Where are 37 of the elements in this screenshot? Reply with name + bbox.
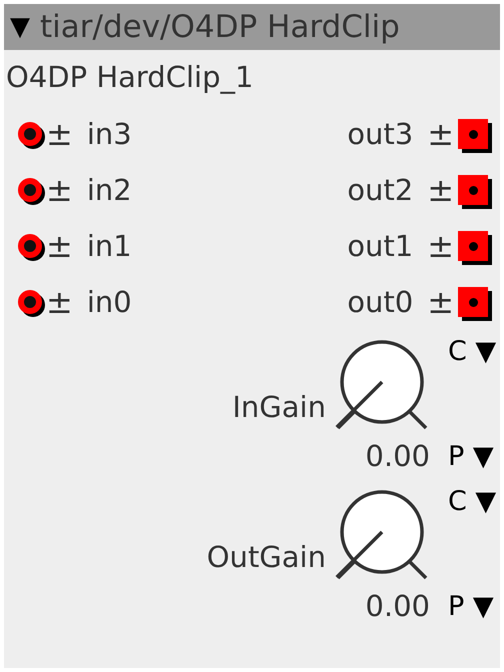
parameter-label: InGain: [231, 390, 326, 426]
inlet-jack-icon[interactable]: [18, 122, 42, 146]
inlet-jack-icon[interactable]: [18, 178, 42, 202]
outlet-label: out3: [347, 117, 414, 151]
control-menu[interactable]: C ▼: [438, 336, 496, 367]
bipolar-sign: ±: [427, 115, 454, 153]
parameter-value: 0.00: [365, 439, 430, 473]
outlet-jack-icon[interactable]: [458, 287, 488, 317]
parameter-label: OutGain: [206, 540, 326, 576]
inlet-jack-icon[interactable]: [18, 290, 42, 314]
bipolar-sign: ±: [46, 171, 73, 209]
knob[interactable]: [334, 490, 430, 582]
inlet-label: in3: [86, 117, 132, 151]
object-type: tiar/dev/O4DP HardClip: [40, 9, 400, 45]
inlet-jack-icon[interactable]: [18, 234, 42, 258]
outlet-jack-icon[interactable]: [458, 119, 488, 149]
inlet-label: in0: [86, 285, 132, 319]
bipolar-sign: ±: [46, 283, 73, 321]
instance-name: O4DP HardClip_1: [5, 59, 254, 96]
bipolar-sign: ±: [427, 171, 454, 209]
bipolar-sign: ±: [427, 227, 454, 265]
inlet-label: in2: [86, 173, 132, 207]
preset-menu[interactable]: P ▼: [438, 440, 494, 472]
knob[interactable]: [334, 340, 430, 432]
control-menu[interactable]: C ▼: [438, 486, 496, 517]
outlet-jack-icon[interactable]: [458, 231, 488, 261]
bipolar-sign: ±: [46, 227, 73, 265]
preset-menu[interactable]: P ▼: [438, 590, 494, 622]
outlet-label: out0: [347, 285, 414, 319]
bipolar-sign: ±: [46, 115, 73, 153]
bipolar-sign: ±: [427, 283, 454, 321]
parameter-value: 0.00: [365, 589, 430, 623]
inlet-label: in1: [86, 229, 132, 263]
outlet-label: out1: [347, 229, 414, 263]
outlet-label: out2: [347, 173, 414, 207]
collapse-toggle[interactable]: ▼: [10, 12, 30, 42]
outlet-jack-icon[interactable]: [458, 175, 488, 205]
